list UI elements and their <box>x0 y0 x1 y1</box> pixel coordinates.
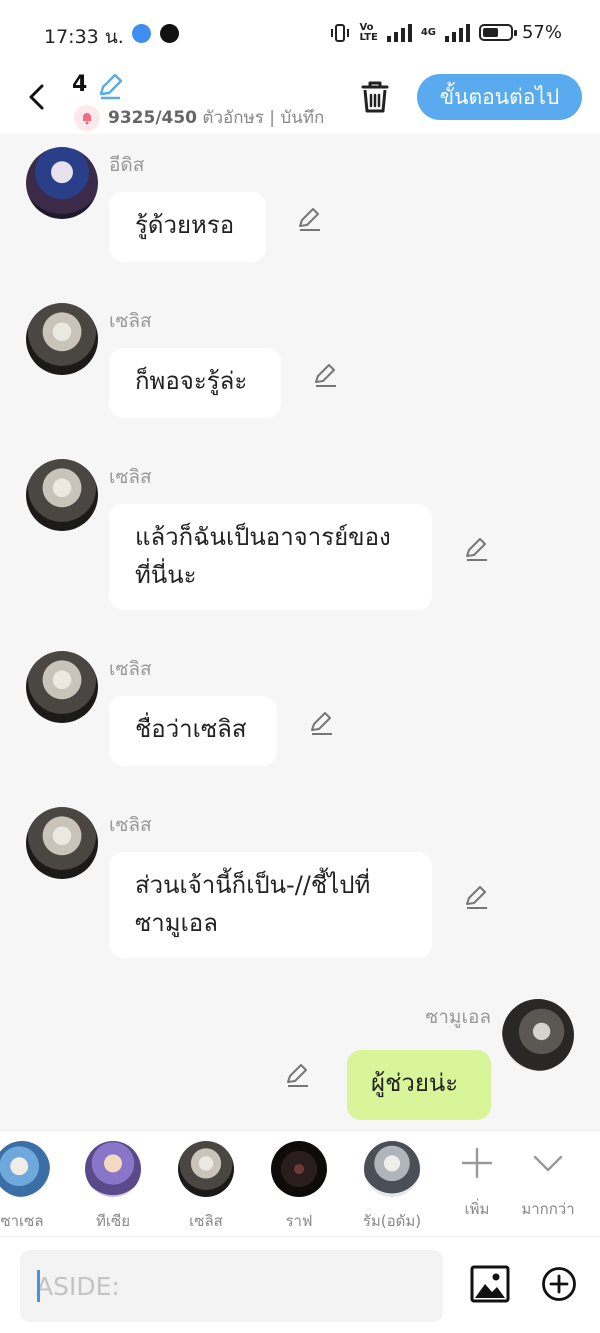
character-avatar <box>364 1141 420 1197</box>
add-label: เพิ่ม <box>464 1200 490 1218</box>
line-notification-icon <box>160 24 179 43</box>
selis-avatar[interactable] <box>26 459 98 531</box>
edit-message-icon[interactable] <box>463 536 489 562</box>
edit-message-icon[interactable] <box>312 362 338 388</box>
character-avatar <box>271 1141 327 1197</box>
character-avatar <box>0 1141 50 1197</box>
battery-percent: 57% <box>521 22 562 43</box>
signal-icon <box>386 23 412 42</box>
chat-editor-screen: 17:33 น. Vo LTE 4G 57% 4 9325/450 ตัวอัก… <box>0 0 600 1333</box>
character-item[interactable]: เซลิส <box>166 1141 246 1233</box>
samuel-avatar[interactable] <box>502 999 574 1071</box>
message-line: แล้วก็ฉันเป็นอาจารย์ของ <box>135 523 391 551</box>
text-caret <box>37 1270 40 1302</box>
back-icon[interactable] <box>20 80 54 114</box>
message-bubble[interactable]: ชื่อว่าเซลิส <box>109 696 277 766</box>
more-characters-button[interactable]: มากกว่า <box>518 1145 578 1221</box>
character-avatar <box>178 1141 234 1197</box>
message-line: ซามูเอล <box>135 909 218 937</box>
message-sender: เซลิส <box>109 466 152 488</box>
message-line: ส่วนเจ้านี้ก็เป็น-//ชี้ไปที่ <box>135 871 371 899</box>
app-notification-icon <box>132 24 151 43</box>
message-input-container <box>20 1250 443 1322</box>
character-name: ราฟ <box>285 1212 313 1230</box>
volte-label: Vo LTE <box>359 21 378 43</box>
battery-icon <box>478 24 517 41</box>
status-right: Vo LTE 4G 57% <box>330 22 562 43</box>
message-sender: ซามูเอล <box>425 1006 491 1028</box>
message-bubble[interactable]: ผู้ช่วยน่ะ <box>347 1050 491 1120</box>
counter-text: 9325/450 ตัวอักษร | บันทึก <box>108 108 325 128</box>
vibrate-icon <box>331 23 350 42</box>
edit-message-icon[interactable] <box>284 1062 310 1088</box>
edit-message-icon[interactable] <box>296 206 322 232</box>
plus-icon <box>461 1147 493 1179</box>
character-item[interactable]: ทีเซีย <box>73 1141 153 1233</box>
next-step-button[interactable]: ขั้นตอนต่อไป <box>417 74 582 120</box>
episode-number: 4 <box>72 72 88 97</box>
selis-avatar[interactable] <box>26 651 98 723</box>
edit-message-icon[interactable] <box>463 884 489 910</box>
message-line: ที่นี่นะ <box>135 561 197 589</box>
message-bubble[interactable]: ส่วนเจ้านี้ก็เป็น-//ชี้ไปที่ ซามูเอล <box>109 852 432 958</box>
character-name: ซาเซล <box>0 1212 44 1230</box>
character-item[interactable]: ราฟ <box>259 1141 339 1233</box>
bell-icon <box>74 104 100 131</box>
editor-header: 4 9325/450 ตัวอักษร | บันทึก ขั้นตอนต่อไ… <box>0 66 600 134</box>
status-time: 17:33 น. <box>44 26 124 48</box>
signal-icon-2 <box>444 23 470 42</box>
more-label: มากกว่า <box>521 1200 575 1218</box>
network-type: 4G <box>420 26 436 38</box>
character-avatar <box>85 1141 141 1197</box>
selis-avatar[interactable] <box>26 807 98 879</box>
input-bar <box>0 1236 600 1333</box>
chat-area: อีดิส รู้ด้วยหรอ เซลิส ก็พอจะรู้ล่ะ เซลิ… <box>0 134 600 1130</box>
message-bubble[interactable]: ก็พอจะรู้ล่ะ <box>109 348 281 418</box>
message-input[interactable] <box>36 1250 436 1322</box>
character-name: ทีเซีย <box>96 1212 130 1230</box>
chevron-down-icon <box>533 1155 563 1172</box>
edit-title-icon[interactable] <box>96 72 124 100</box>
character-name: เซลิส <box>189 1212 223 1230</box>
message-sender: อีดิส <box>109 154 145 176</box>
status-bar: 17:33 น. Vo LTE 4G 57% <box>0 0 600 66</box>
message-bubble[interactable]: รู้ด้วยหรอ <box>109 192 266 262</box>
trash-icon[interactable] <box>356 78 394 116</box>
message-bubble[interactable]: แล้วก็ฉันเป็นอาจารย์ของ ที่นี่นะ <box>109 504 432 610</box>
edit-message-icon[interactable] <box>308 710 334 736</box>
message-sender: เซลิส <box>109 814 152 836</box>
message-sender: เซลิส <box>109 310 152 332</box>
character-name: รัม(อดัม) <box>362 1212 422 1230</box>
character-selector: ซาเซล ทีเซีย เซลิส ราฟ รัม(อดัม) เพิ่ม ม… <box>0 1130 600 1236</box>
selis-avatar[interactable] <box>26 303 98 375</box>
image-icon[interactable] <box>470 1265 510 1303</box>
character-counter: 9325/450 ตัวอักษร | บันทึก <box>74 104 332 131</box>
add-character-button[interactable]: เพิ่ม <box>447 1145 507 1221</box>
character-item[interactable]: ซาเซล <box>0 1141 62 1233</box>
add-circle-icon[interactable] <box>541 1266 577 1302</box>
message-sender: เซลิส <box>109 658 152 680</box>
character-item[interactable]: รัม(อดัม) <box>352 1141 432 1233</box>
idis-avatar[interactable] <box>26 147 98 219</box>
